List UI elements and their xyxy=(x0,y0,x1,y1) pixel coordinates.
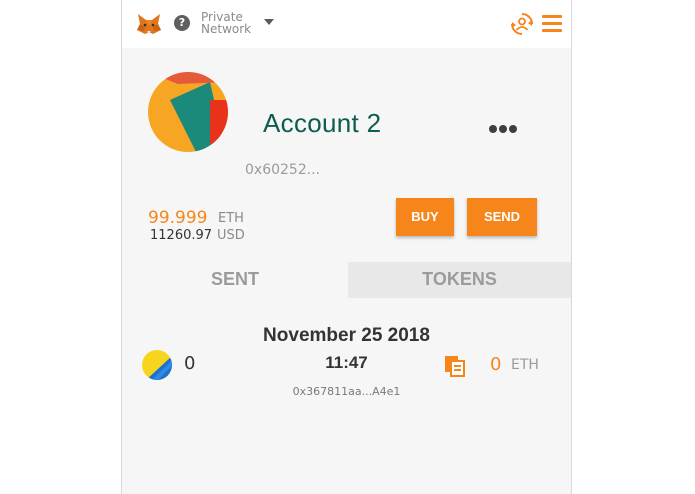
tab-sent[interactable]: SENT xyxy=(122,262,348,298)
usd-unit-label: USD xyxy=(217,228,245,243)
network-selector[interactable]: Private Network xyxy=(201,11,251,35)
account-name[interactable]: Account 2 xyxy=(263,108,381,139)
usd-balance: 11260.97 xyxy=(150,228,213,243)
transaction-hash[interactable]: 0x367811aa...A4e1 xyxy=(122,385,571,398)
network-name-line2: Network xyxy=(201,22,252,36)
eth-unit-label: ETH xyxy=(218,211,244,226)
transaction-eth-amount: 0 xyxy=(490,354,502,375)
transaction-identicon-icon xyxy=(142,350,172,380)
app-header: ? Private Network xyxy=(122,0,571,48)
account-identicon xyxy=(148,72,228,152)
account-switch-icon[interactable] xyxy=(510,12,534,36)
send-button[interactable]: SEND xyxy=(467,198,537,236)
transaction-date: November 25 2018 xyxy=(263,325,430,346)
metamask-popup: ? Private Network Account 2 0x60252... 9… xyxy=(121,0,572,494)
more-options-icon[interactable] xyxy=(489,118,519,133)
chevron-down-icon[interactable] xyxy=(264,19,274,25)
transaction-value: 0 xyxy=(184,353,196,374)
account-address[interactable]: 0x60252... xyxy=(245,162,320,178)
hamburger-menu-icon[interactable] xyxy=(542,15,562,33)
metamask-fox-icon[interactable] xyxy=(136,12,162,36)
eth-balance: 99.999 xyxy=(148,208,208,228)
network-help-icon[interactable]: ? xyxy=(174,15,190,31)
buy-button[interactable]: BUY xyxy=(396,198,454,236)
tab-bar: SENT TOKENS xyxy=(122,262,571,298)
copy-icon[interactable] xyxy=(444,355,466,377)
transaction-eth-unit: ETH xyxy=(511,357,539,373)
tab-tokens[interactable]: TOKENS xyxy=(348,262,571,298)
